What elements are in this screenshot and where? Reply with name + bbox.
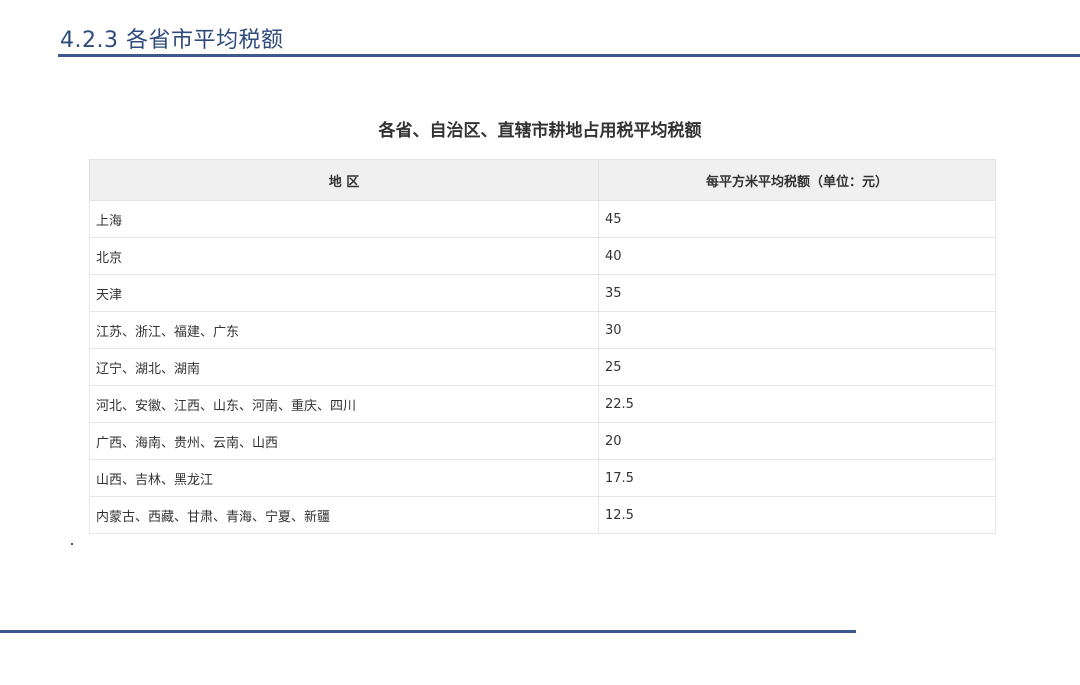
tax-value-cell: 17.5: [598, 459, 996, 497]
table-header-row: 地 区 每平方米平均税额（单位：元）: [89, 159, 996, 201]
table-row: 江苏、浙江、福建、广东 30: [89, 311, 996, 349]
tax-rate-table: 地 区 每平方米平均税额（单位：元） 上海 45 北京 40 天津 35 江苏、浙江、福建、…: [89, 159, 996, 534]
table-row: 北京 40: [89, 237, 996, 275]
table-row: 河北、安徽、江西、山东、河南、重庆、四川 22.5: [89, 385, 996, 423]
column-header-tax: 每平方米平均税额（单位：元）: [598, 159, 996, 201]
table-row: 内蒙古、西藏、甘肃、青海、宁夏、新疆 12.5: [89, 496, 996, 534]
region-cell: 辽宁、湖北、湖南: [89, 348, 599, 386]
tax-value-cell: 45: [598, 200, 996, 238]
page-heading: 4.2.3 各省市平均税额: [60, 28, 284, 53]
region-cell: 广西、海南、贵州、云南、山西: [89, 422, 599, 460]
footer-divider: [0, 630, 856, 633]
table-row: 广西、海南、贵州、云南、山西 20: [89, 422, 996, 460]
tax-value-cell: 12.5: [598, 496, 996, 534]
table-row: 上海 45: [89, 200, 996, 238]
table-row: 天津 35: [89, 274, 996, 312]
tax-value-cell: 25: [598, 348, 996, 386]
table-title: 各省、自治区、直辖市耕地占用税平均税额: [378, 121, 702, 141]
table-row: 辽宁、湖北、湖南 25: [89, 348, 996, 386]
region-cell: 山西、吉林、黑龙江: [89, 459, 599, 497]
tax-value-cell: 35: [598, 274, 996, 312]
column-header-region: 地 区: [89, 159, 599, 201]
region-cell: 天津: [89, 274, 599, 312]
tax-value-cell: 20: [598, 422, 996, 460]
tax-value-cell: 30: [598, 311, 996, 349]
tax-value-cell: 22.5: [598, 385, 996, 423]
stray-dot: [71, 543, 73, 545]
heading-divider: [58, 54, 1080, 57]
tax-value-cell: 40: [598, 237, 996, 275]
region-cell: 上海: [89, 200, 599, 238]
region-cell: 北京: [89, 237, 599, 275]
table-row: 山西、吉林、黑龙江 17.5: [89, 459, 996, 497]
region-cell: 江苏、浙江、福建、广东: [89, 311, 599, 349]
region-cell: 内蒙古、西藏、甘肃、青海、宁夏、新疆: [89, 496, 599, 534]
region-cell: 河北、安徽、江西、山东、河南、重庆、四川: [89, 385, 599, 423]
